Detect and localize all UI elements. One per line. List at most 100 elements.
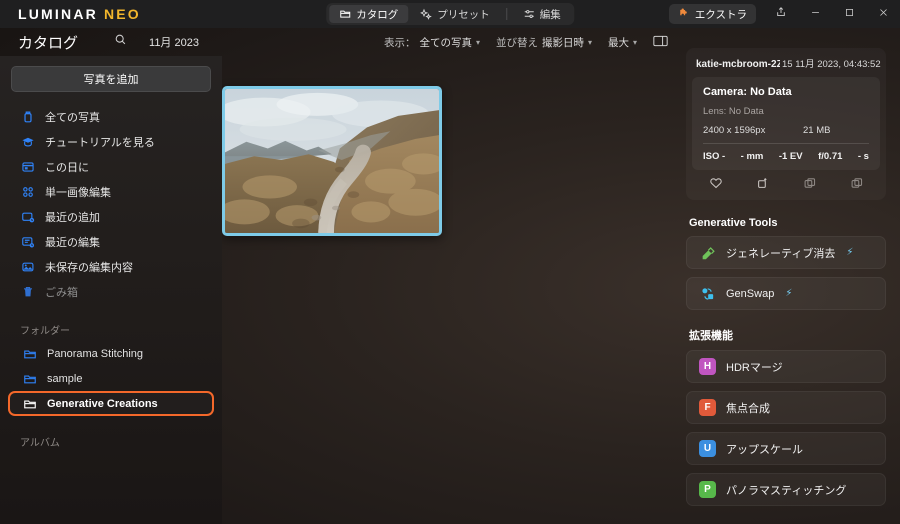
exif-row: ISO - - mm -1 EV f/0.71 - s xyxy=(703,143,869,162)
extension-label: HDRマージ xyxy=(726,361,783,374)
sidebar-item-label: この日に xyxy=(45,161,89,174)
tool-generative-erase[interactable]: ジェネレーティブ消去 ⚡ xyxy=(686,236,886,269)
unsaved-edits-icon xyxy=(20,259,35,274)
window-controls-group: エクストラ xyxy=(668,0,900,28)
aperture-label: f/0.71 xyxy=(818,151,843,162)
tab-separator xyxy=(505,8,507,20)
sparkle-icon xyxy=(420,8,432,20)
iso-label: ISO - xyxy=(703,151,726,162)
sliders-icon xyxy=(523,8,535,20)
extras-button[interactable]: エクストラ xyxy=(668,4,756,24)
add-photos-button[interactable]: 写真を追加 xyxy=(11,66,211,92)
exposure-value-label: -1 EV xyxy=(778,151,803,162)
badge-letter: H xyxy=(703,361,712,372)
focus-stacking-icon: F xyxy=(699,399,716,416)
main-tab-group: カタログ プリセット 編集 xyxy=(326,3,574,25)
folder-icon xyxy=(22,396,37,411)
folder-item-panorama-stitching[interactable]: Panorama Stitching xyxy=(8,341,214,366)
logo-accent-text: NEO xyxy=(103,6,141,22)
view-filter-label: 表示： xyxy=(383,36,416,49)
folder-icon xyxy=(22,346,37,361)
sidebar-item-label: 最近の追加 xyxy=(45,211,100,224)
swap-icon xyxy=(699,285,716,302)
generative-tools-label: Generative Tools xyxy=(689,217,778,229)
sidebar-item-unsaved-edits[interactable]: 未保存の編集内容 xyxy=(0,254,222,279)
folder-item-sample[interactable]: sample xyxy=(8,366,214,391)
tool-genswap[interactable]: GenSwap ⚡ xyxy=(686,277,886,310)
share-button[interactable] xyxy=(764,0,798,28)
sidebar-item-single-image-edit[interactable]: 単一画像編集 xyxy=(0,179,222,204)
folder-list: Panorama Stitching sample Generative Cre… xyxy=(0,341,222,416)
sidebar-nav-list: 全ての写真 チュートリアルを見る この日に 単一画像編集 最近の追加 最近の編集… xyxy=(0,104,222,304)
search-button[interactable] xyxy=(114,33,127,51)
split-panel-icon xyxy=(653,35,668,50)
focal-length-label: - mm xyxy=(740,151,764,162)
thumb-size-dropdown[interactable]: 最大 ▾ xyxy=(608,35,637,50)
badge-letter: U xyxy=(703,443,712,454)
extension-focus-stacking[interactable]: F 焦点合成 xyxy=(686,391,886,424)
thumb-size-value: 最大 xyxy=(607,36,629,49)
folders-section-label: フォルダー xyxy=(20,326,70,337)
sidebar-item-all-photos[interactable]: 全ての写真 xyxy=(0,104,222,129)
sidebar-item-label: ごみ箱 xyxy=(45,286,78,299)
tab-edit[interactable]: 編集 xyxy=(513,5,571,23)
tab-catalog-label: カタログ xyxy=(356,8,399,21)
sort-dropdown[interactable]: 並び替え 撮影日時 ▾ xyxy=(496,35,592,50)
extension-upscale[interactable]: U アップスケール xyxy=(686,432,886,465)
metadata-card: katie-mcbroom-2Z 15 11月 2023, 04:43:52 C… xyxy=(686,48,886,200)
maximize-icon xyxy=(844,5,855,23)
metadata-body: Camera: No Data Lens: No Data 2400 x 159… xyxy=(692,77,880,170)
sort-label: 並び替え xyxy=(495,36,538,49)
albums-section-label: アルバム xyxy=(20,438,60,449)
tool-label: ジェネレーティブ消去 xyxy=(726,247,836,260)
favorite-action[interactable] xyxy=(709,176,723,195)
folder-item-generative-creations[interactable]: Generative Creations xyxy=(8,391,214,416)
photo-thumbnail[interactable] xyxy=(222,86,442,236)
copy-action[interactable] xyxy=(803,176,817,195)
maximize-button[interactable] xyxy=(832,0,866,28)
folder-item-label: Generative Creations xyxy=(47,397,158,410)
panel-toggle-button[interactable] xyxy=(653,35,668,50)
single-image-edit-icon xyxy=(20,184,35,199)
camera-label: Camera: No Data xyxy=(703,86,792,98)
recently-added-icon xyxy=(20,209,35,224)
extension-panorama-stitching[interactable]: P パノラマスティッチング xyxy=(686,473,886,506)
tab-catalog[interactable]: カタログ xyxy=(329,5,409,23)
right-panel: katie-mcbroom-2Z 15 11月 2023, 04:43:52 C… xyxy=(672,28,900,524)
sidebar-item-label: 単一画像編集 xyxy=(45,186,111,199)
upscale-icon: U xyxy=(699,440,716,457)
month-label: 11月 2023 xyxy=(149,37,199,49)
thumbnail-image xyxy=(225,89,439,233)
rotate-action[interactable] xyxy=(756,176,770,195)
extras-label: エクストラ xyxy=(694,8,747,21)
stack-action[interactable] xyxy=(850,176,864,195)
app-logo: LUMINAR NEO xyxy=(18,6,141,22)
sort-value: 撮影日時 xyxy=(541,36,584,49)
all-photos-icon xyxy=(20,109,35,124)
sidebar-item-recently-edited[interactable]: 最近の編集 xyxy=(0,229,222,254)
extension-label: アップスケール xyxy=(726,443,803,456)
tab-edit-label: 編集 xyxy=(539,8,561,21)
sidebar-item-label: 未保存の編集内容 xyxy=(45,261,133,274)
sidebar-item-recently-added[interactable]: 最近の追加 xyxy=(0,204,222,229)
add-photos-label: 写真を追加 xyxy=(83,74,139,86)
extension-hdr-merge[interactable]: H HDRマージ xyxy=(686,350,886,383)
view-filter-value: 全ての写真 xyxy=(419,36,472,49)
sidebar-item-trash[interactable]: ごみ箱 xyxy=(0,279,222,304)
minimize-button[interactable] xyxy=(798,0,832,28)
extension-label: 焦点合成 xyxy=(726,402,770,415)
close-button[interactable] xyxy=(866,0,900,28)
photo-actions-row xyxy=(686,170,886,200)
folder-icon xyxy=(22,371,37,386)
page-title: カタログ xyxy=(18,34,79,52)
sidebar-item-tutorials[interactable]: チュートリアルを見る xyxy=(0,129,222,154)
sidebar-item-on-this-day[interactable]: この日に xyxy=(0,154,222,179)
view-filter-dropdown[interactable]: 表示： 全ての写真 ▾ xyxy=(384,35,480,50)
tab-presets[interactable]: プリセット xyxy=(410,5,500,23)
filename-label: katie-mcbroom-2Z xyxy=(696,59,780,70)
tab-presets-label: プリセット xyxy=(437,8,490,21)
badge-letter: F xyxy=(704,402,711,413)
graduation-cap-icon xyxy=(20,134,35,149)
eraser-icon xyxy=(699,244,716,261)
chevron-down-icon: ▾ xyxy=(475,37,480,47)
